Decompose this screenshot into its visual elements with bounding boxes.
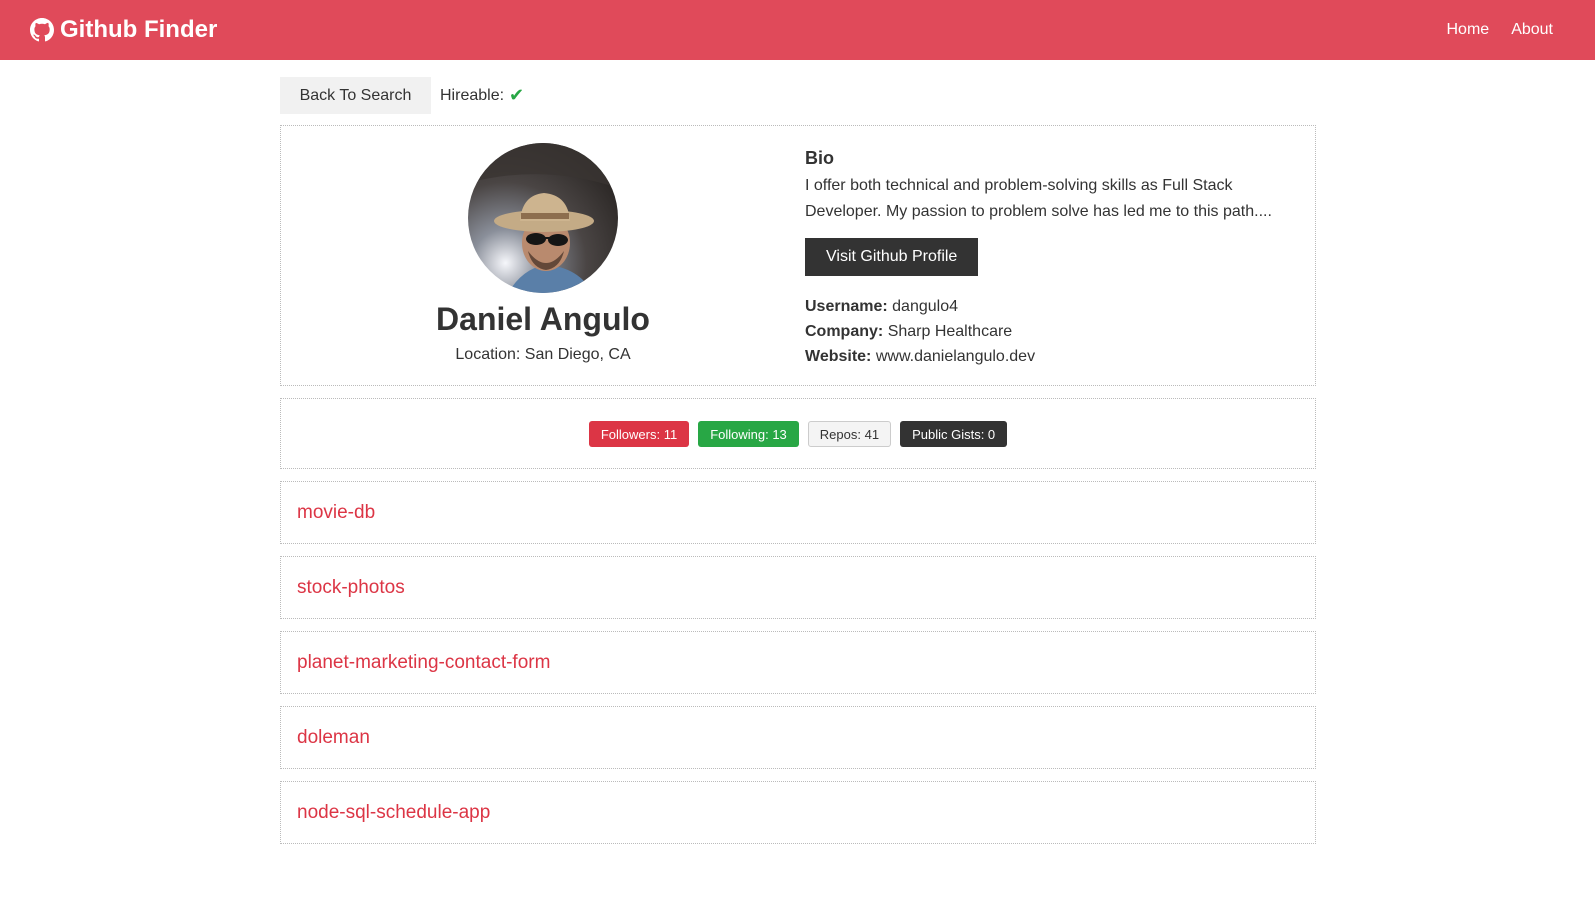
username-label: Username: (805, 298, 888, 315)
nav-home-link[interactable]: Home (1447, 21, 1490, 39)
info-list: Username: dangulo4 Company: Sharp Health… (805, 294, 1305, 369)
profile-summary: Daniel Angulo Location: San Diego, CA (281, 126, 805, 385)
check-icon: ✔ (509, 85, 525, 105)
repo-item: node-sql-schedule-app (280, 781, 1316, 844)
bio-text: I offer both technical and problem-solvi… (805, 177, 1272, 220)
company-value: Sharp Healthcare (887, 323, 1013, 340)
followers-badge: Followers: 11 (588, 420, 690, 447)
username-value: dangulo4 (892, 298, 958, 315)
website-label: Website: (805, 348, 872, 365)
company-label: Company: (805, 323, 884, 340)
repo-link[interactable]: planet-marketing-contact-form (297, 652, 550, 674)
repo-item: planet-marketing-contact-form (280, 631, 1316, 694)
nav-links: Home About (1447, 21, 1554, 39)
repo-link[interactable]: movie-db (297, 502, 375, 524)
repo-link[interactable]: stock-photos (297, 577, 405, 599)
profile-location: Location: San Diego, CA (455, 346, 631, 363)
hireable-label: Hireable: (440, 86, 505, 104)
username-row: Username: dangulo4 (805, 294, 1305, 319)
repo-item: doleman (280, 706, 1316, 769)
following-badge: Following: 13 (698, 420, 799, 447)
nav-about-link[interactable]: About (1511, 21, 1553, 39)
repo-link[interactable]: doleman (297, 727, 370, 749)
avatar (468, 143, 618, 293)
hireable-status: Hireable: ✔ (440, 85, 524, 106)
profile-card: Daniel Angulo Location: San Diego, CA Bi… (280, 125, 1316, 386)
website-row: Website: www.danielangulo.dev (805, 344, 1305, 369)
navbar: Github Finder Home About (0, 0, 1595, 60)
repo-item: stock-photos (280, 556, 1316, 619)
repos-badge: Repos: 41 (807, 420, 892, 447)
bio-heading: Bio (805, 148, 834, 168)
website-value: www.danielangulo.dev (875, 348, 1036, 365)
repo-item: movie-db (280, 481, 1316, 544)
public-gists-badge: Public Gists: 0 (900, 420, 1008, 447)
visit-github-profile-button[interactable]: Visit Github Profile (805, 238, 979, 276)
github-icon (30, 18, 54, 42)
profile-name: Daniel Angulo (436, 301, 650, 337)
topbar: Back To Search Hireable: ✔ (280, 77, 1316, 114)
profile-details: Bio I offer both technical and problem-s… (805, 126, 1305, 385)
brand[interactable]: Github Finder (30, 16, 217, 44)
back-to-search-button[interactable]: Back To Search (280, 77, 431, 114)
stats-card: Followers: 11 Following: 13 Repos: 41 Pu… (280, 398, 1316, 469)
repo-link[interactable]: node-sql-schedule-app (297, 802, 490, 824)
company-row: Company: Sharp Healthcare (805, 319, 1305, 344)
main-container: Back To Search Hireable: ✔ Daniel Angulo… (280, 60, 1316, 844)
brand-title: Github Finder (60, 16, 218, 43)
